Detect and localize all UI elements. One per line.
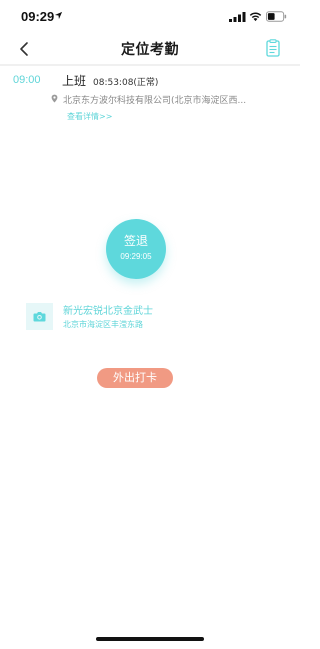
battery-icon	[266, 11, 287, 22]
camera-icon	[33, 312, 46, 322]
record-type: 上班	[62, 74, 87, 88]
status-bar: 09:29	[0, 0, 300, 34]
location-name: 新光宏锐北京金武士	[63, 306, 153, 317]
attendance-screen: 09:29 定位考勤 09:00 上班 08:53:08(正常) 北京东方波尔科…	[0, 0, 300, 649]
outdoor-check-in-button[interactable]: 外出打卡	[97, 368, 173, 388]
attendance-record-icon[interactable]	[266, 39, 280, 57]
location-arrow-icon	[54, 11, 63, 20]
camera-button[interactable]	[26, 303, 53, 330]
current-time: 09:29:05	[120, 252, 152, 261]
view-details-link[interactable]: 查看详情>>	[67, 111, 112, 122]
record-address: 北京东方波尔科技有限公司(北京市海淀区西...	[63, 96, 247, 106]
nav-divider	[0, 64, 300, 66]
record-status: 08:53:08(正常)	[93, 78, 159, 88]
check-out-label: 签退	[123, 234, 148, 248]
cellular-signal-icon	[229, 12, 246, 22]
home-indicator	[96, 637, 204, 641]
record-time: 09:00	[13, 74, 41, 86]
location-pin-icon	[51, 94, 58, 103]
location-address: 北京市海淀区丰滢东路	[63, 320, 143, 329]
page-title: 定位考勤	[121, 42, 179, 58]
wifi-icon	[249, 12, 262, 22]
status-time: 09:29	[21, 9, 55, 24]
nav-bar: 定位考勤	[0, 34, 300, 64]
check-out-button[interactable]: 签退 09:29:05	[106, 219, 166, 279]
